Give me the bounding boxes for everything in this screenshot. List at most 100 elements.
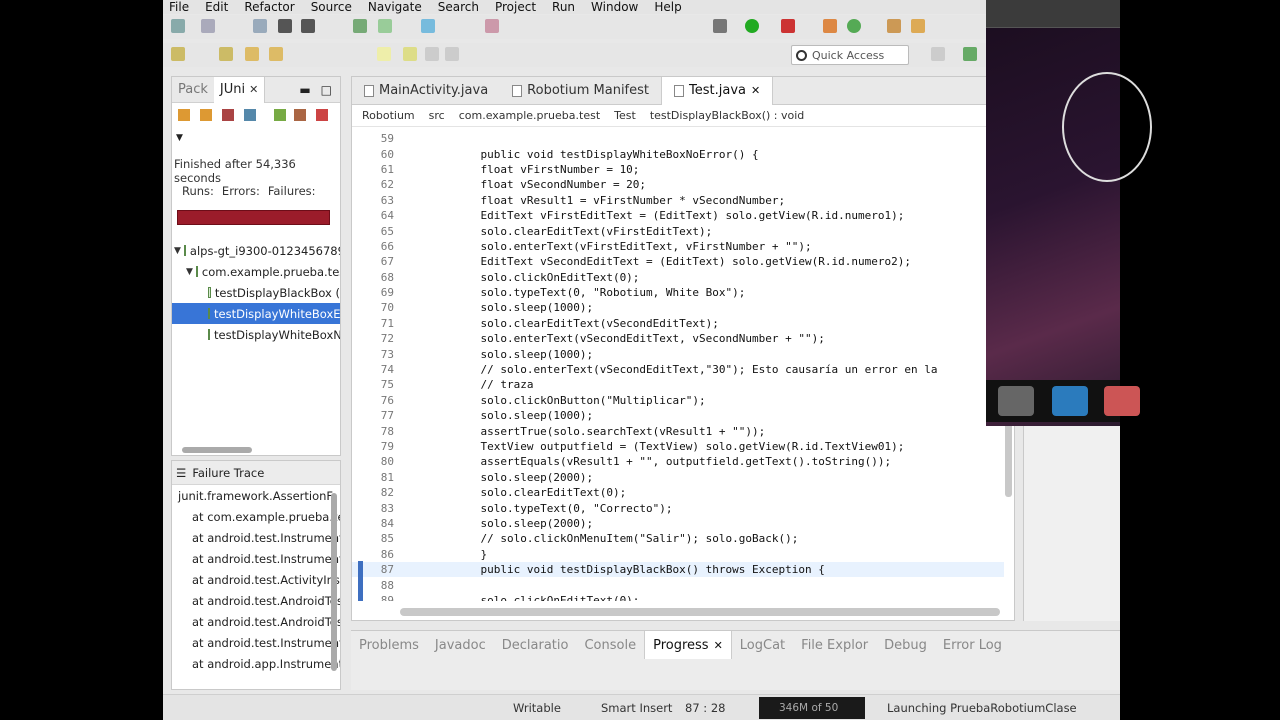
breadcrumb-package[interactable]: com.example.prueba.test (459, 109, 600, 122)
tab-console[interactable]: Console (576, 638, 644, 653)
code-line[interactable]: 60 public void testDisplayWhiteBoxNoErro… (352, 146, 1004, 161)
code-line[interactable]: 88 (352, 577, 1004, 592)
previous-failure-icon[interactable] (200, 109, 212, 121)
trace-row[interactable]: junit.framework.AssertionF (172, 485, 340, 506)
code-line[interactable]: 70 solo.sleep(1000); (352, 300, 1004, 315)
android-sdk-icon[interactable] (353, 19, 367, 33)
check-icon[interactable] (378, 19, 392, 33)
code-line[interactable]: 63 float vResult1 = vFirstNumber * vSeco… (352, 193, 1004, 208)
open-type-icon[interactable] (887, 19, 901, 33)
code-line[interactable]: 75 // traza (352, 377, 1004, 392)
menu-navigate[interactable]: Navigate (368, 0, 422, 14)
horizontal-scrollbar[interactable] (400, 608, 1000, 616)
tab-logcat[interactable]: LogCat (732, 638, 793, 653)
heap-status[interactable]: 346M of 50 (759, 697, 865, 719)
close-icon[interactable]: ✕ (751, 84, 760, 97)
code-line[interactable]: 86 } (352, 547, 1004, 562)
paragraph-icon[interactable] (445, 47, 459, 61)
show-failures-only-icon[interactable] (222, 109, 234, 121)
code-line[interactable]: 61 float vFirstNumber = 10; (352, 162, 1004, 177)
next-failure-icon[interactable] (178, 109, 190, 121)
expand-icon[interactable]: ▼ (186, 267, 193, 277)
trace-row[interactable]: at android.app.Instrument (172, 653, 340, 674)
trace-row[interactable]: at android.test.Instrument (172, 632, 340, 653)
expand-icon[interactable]: ▼ (174, 246, 181, 256)
code-line[interactable]: 66 solo.enterText(vFirstEditText, vFirst… (352, 239, 1004, 254)
code-line[interactable]: 72 solo.enterText(vSecondEditText, vSeco… (352, 331, 1004, 346)
tab-javadoc[interactable]: Javadoc (427, 638, 494, 653)
code-line[interactable]: 85 // solo.clickOnMenuItem("Salir"); sol… (352, 531, 1004, 546)
horizontal-scrollbar[interactable] (182, 447, 252, 453)
code-line[interactable]: 89 solo.clickOnEditText(0); (352, 593, 1004, 601)
tab-package-explorer[interactable]: Pack (172, 77, 214, 103)
menu-edit[interactable]: Edit (205, 0, 228, 14)
code-line[interactable]: 73 solo.sleep(1000); (352, 346, 1004, 361)
tab-file-explorer[interactable]: File Explor (793, 638, 876, 653)
device-icon[interactable] (421, 19, 435, 33)
new-icon[interactable] (171, 19, 185, 33)
trace-row[interactable]: at com.example.prueba.tes (172, 506, 340, 527)
stop-icon[interactable] (316, 109, 328, 121)
menu-run[interactable]: Run (552, 0, 575, 14)
code-line[interactable]: 68 solo.clickOnEditText(0); (352, 270, 1004, 285)
view-menu-icon[interactable]: ▼ (176, 133, 188, 145)
download-icon[interactable] (301, 19, 315, 33)
code-line[interactable]: 79 TextView outputfield = (TextView) sol… (352, 439, 1004, 454)
code-line[interactable]: 69 solo.typeText(0, "Robotium, White Box… (352, 285, 1004, 300)
code-line[interactable]: 62 float vSecondNumber = 20; (352, 177, 1004, 192)
code-line[interactable]: 83 solo.typeText(0, "Correcto"); (352, 500, 1004, 515)
code-line[interactable]: 65 solo.clearEditText(vFirstEditText); (352, 223, 1004, 238)
app-icon[interactable] (1052, 386, 1088, 416)
open-perspective-icon[interactable] (931, 47, 945, 61)
tree-item-test[interactable]: testDisplayWhiteBoxN (172, 324, 340, 345)
trace-row[interactable]: at android.test.ActivityInstr (172, 569, 340, 590)
code-line[interactable]: 67 EditText vSecondEditText = (EditText)… (352, 254, 1004, 269)
trace-row[interactable]: at android.test.AndroidTes (172, 611, 340, 632)
java-perspective-icon[interactable] (963, 47, 977, 61)
close-icon[interactable]: ✕ (714, 639, 723, 652)
close-icon[interactable]: ✕ (249, 83, 258, 96)
trace-row[interactable]: at android.test.Instrument (172, 527, 340, 548)
tab-problems[interactable]: Problems (351, 638, 427, 653)
rerun-failed-icon[interactable] (294, 109, 306, 121)
menu-file[interactable]: File (169, 0, 189, 14)
scroll-lock-icon[interactable] (244, 109, 256, 121)
block-select-icon[interactable] (403, 47, 417, 61)
app-icon[interactable] (998, 386, 1034, 416)
tab-robotium-manifest[interactable]: Robotium Manifest (500, 77, 661, 105)
code-line[interactable]: 81 solo.sleep(2000); (352, 470, 1004, 485)
mark-occurrences-icon[interactable] (377, 47, 391, 61)
tab-mainactivity[interactable]: MainActivity.java (352, 77, 500, 105)
annotation-icon[interactable] (171, 47, 185, 61)
run-icon[interactable] (745, 19, 759, 33)
tab-declaration[interactable]: Declaratio (494, 638, 577, 653)
tab-progress[interactable]: Progress ✕ (644, 631, 732, 659)
menu-help[interactable]: Help (654, 0, 681, 14)
breadcrumb-class[interactable]: Test (614, 109, 636, 122)
code-line[interactable]: 71 solo.clearEditText(vSecondEditText); (352, 316, 1004, 331)
tree-item-device[interactable]: ▼ alps-gt_i9300-0123456789A (172, 240, 340, 261)
toggle-icon[interactable] (485, 19, 499, 33)
tab-junit[interactable]: JUni ✕ (213, 76, 266, 103)
app-icon[interactable] (1104, 386, 1140, 416)
forward-icon[interactable] (269, 47, 283, 61)
show-whitespace-icon[interactable] (425, 47, 439, 61)
menu-window[interactable]: Window (591, 0, 638, 14)
save-icon[interactable] (201, 19, 215, 33)
code-line[interactable]: 87 public void testDisplayBlackBox() thr… (352, 561, 1004, 578)
code-line[interactable]: 78 assertTrue(solo.searchText(vResult1 +… (352, 423, 1004, 438)
breadcrumb-project[interactable]: Robotium (362, 109, 415, 122)
maximize-icon[interactable]: □ (321, 83, 332, 97)
new-class-icon[interactable] (823, 19, 837, 33)
menu-project[interactable]: Project (495, 0, 536, 14)
tab-test-java[interactable]: Test.java ✕ (661, 76, 774, 105)
tree-item-package[interactable]: ▼ com.example.prueba.tes (172, 261, 340, 282)
menu-source[interactable]: Source (311, 0, 352, 14)
code-line[interactable]: 84 solo.sleep(2000); (352, 516, 1004, 531)
search-tool-icon[interactable] (911, 19, 925, 33)
back-icon[interactable] (245, 47, 259, 61)
code-area[interactable]: 59 60 public void testDisplayWhiteBoxNoEr… (352, 131, 1004, 601)
breadcrumb-src[interactable]: src (429, 109, 445, 122)
upload-icon[interactable] (278, 19, 292, 33)
code-line[interactable]: 82 solo.clearEditText(0); (352, 485, 1004, 500)
